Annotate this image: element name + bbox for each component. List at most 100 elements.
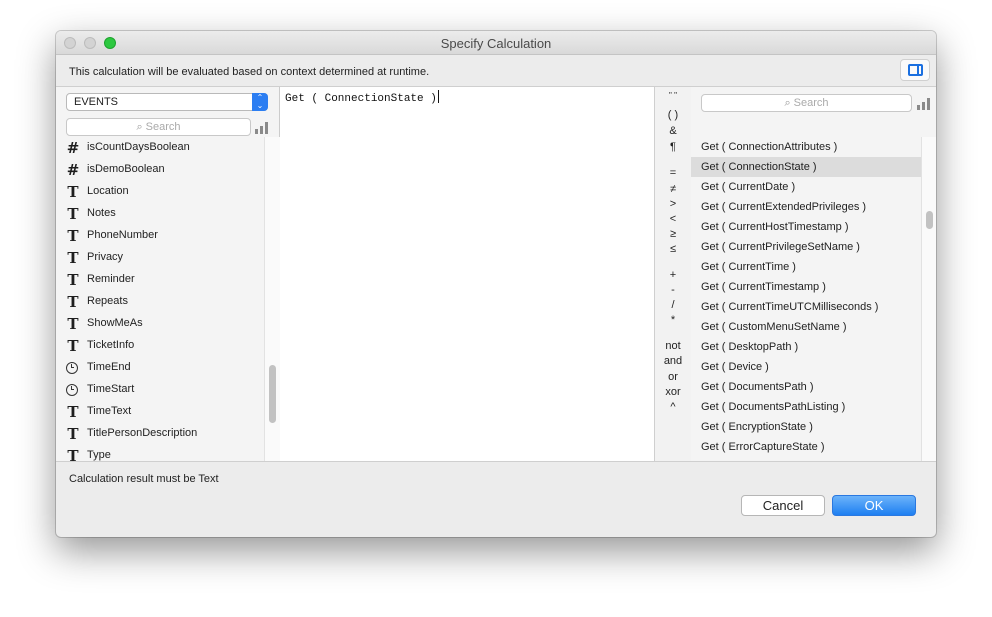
function-item[interactable]: Get ( ConnectionAttributes ) <box>691 137 921 157</box>
field-item[interactable]: T Reminder <box>56 269 264 291</box>
text-field-icon: T <box>67 447 79 461</box>
field-name: Notes <box>87 207 116 219</box>
text-field-icon: T <box>67 183 79 201</box>
function-item[interactable]: Get ( CurrentTime ) <box>691 257 921 277</box>
field-item[interactable]: TimeStart <box>56 379 264 401</box>
text-field-icon: T <box>67 403 79 421</box>
table-occurrence-select[interactable]: EVENTS ⌃ ⌄ <box>66 93 268 111</box>
operator-button[interactable]: ¶ <box>655 141 691 153</box>
field-name: TimeEnd <box>87 361 131 373</box>
function-list: Get ( ConnectionAttributes ) Get ( Connec… <box>691 137 921 461</box>
field-item[interactable]: TimeEnd <box>56 357 264 379</box>
operator-button[interactable]: xor <box>655 386 691 398</box>
field-item[interactable]: T Repeats <box>56 291 264 313</box>
field-search-placeholder: Search <box>145 121 181 133</box>
field-name: TitlePersonDescription <box>87 427 198 439</box>
function-name: Get ( DesktopPath ) <box>701 341 799 353</box>
formula-line[interactable]: Get ( ConnectionState ) <box>285 90 439 105</box>
field-list-scrollbar[interactable] <box>264 137 280 461</box>
function-item[interactable]: Get ( ConnectionState ) <box>691 157 921 177</box>
field-name: Reminder <box>87 273 135 285</box>
operator-button[interactable]: " " <box>655 91 691 100</box>
function-sort-icon[interactable] <box>917 98 931 110</box>
operator-button[interactable]: / <box>655 299 691 311</box>
function-item[interactable]: Get ( EncryptionState ) <box>691 417 921 437</box>
time-field-icon <box>66 362 78 374</box>
operator-button[interactable]: or <box>655 371 691 383</box>
function-item[interactable]: Get ( CurrentHostTimestamp ) <box>691 217 921 237</box>
specify-calculation-dialog: Specify Calculation This calculation wil… <box>56 31 936 537</box>
field-name: TicketInfo <box>87 339 135 351</box>
title-bar: Specify Calculation <box>56 31 936 55</box>
function-item[interactable]: Get ( CurrentTimestamp ) <box>691 277 921 297</box>
functions-panel: ⌕ Search Get ( ConnectionAttributes ) Get … <box>691 87 936 461</box>
function-name: Get ( DocumentsPath ) <box>701 381 814 393</box>
search-icon: ⌕ <box>784 97 791 109</box>
function-list-scrollbar[interactable] <box>921 137 936 461</box>
function-item[interactable]: Get ( CurrentPrivilegeSetName ) <box>691 237 921 257</box>
operator-button[interactable]: not <box>655 340 691 352</box>
field-item[interactable]: T Type <box>56 445 264 461</box>
field-item[interactable]: T TitlePersonDescription <box>56 423 264 445</box>
function-name: Get ( Device ) <box>701 361 769 373</box>
function-list-scroll-thumb[interactable] <box>926 211 933 229</box>
operator-button[interactable]: & <box>655 125 691 137</box>
text-field-icon: T <box>67 425 79 443</box>
function-search-placeholder: Search <box>793 97 829 109</box>
function-item[interactable]: Get ( FileMakerPath ) <box>691 457 921 461</box>
function-item[interactable]: Get ( DocumentsPathListing ) <box>691 397 921 417</box>
function-name: Get ( CurrentPrivilegeSetName ) <box>701 241 860 253</box>
field-name: PhoneNumber <box>87 229 158 241</box>
function-name: Get ( CurrentHostTimestamp ) <box>701 221 849 233</box>
toggle-functions-panel-button[interactable] <box>900 59 930 81</box>
cancel-button[interactable]: Cancel <box>741 495 825 516</box>
field-search-input[interactable]: ⌕ Search <box>66 118 251 136</box>
field-name: TimeText <box>87 405 132 417</box>
function-name: Get ( EncryptionState ) <box>701 421 813 433</box>
ok-button[interactable]: OK <box>832 495 916 516</box>
function-item[interactable]: Get ( CurrentExtendedPrivileges ) <box>691 197 921 217</box>
operator-button[interactable]: ^ <box>655 401 691 413</box>
text-field-icon: T <box>67 337 79 355</box>
field-item[interactable]: T Notes <box>56 203 264 225</box>
function-name: Get ( CurrentTime ) <box>701 261 796 273</box>
function-item[interactable]: Get ( ErrorCaptureState ) <box>691 437 921 457</box>
operator-button[interactable]: + <box>655 269 691 281</box>
function-item[interactable]: Get ( CustomMenuSetName ) <box>691 317 921 337</box>
field-item[interactable]: # isDemoBoolean <box>56 159 264 181</box>
field-item[interactable]: # isCountDaysBoolean <box>56 137 264 159</box>
function-name: Get ( CurrentDate ) <box>701 181 796 193</box>
function-name: Get ( CustomMenuSetName ) <box>701 321 847 333</box>
operator-button[interactable]: * <box>655 314 691 326</box>
operator-button[interactable]: and <box>655 355 691 367</box>
operator-button[interactable]: < <box>655 213 691 225</box>
formula-editor[interactable]: Get ( ConnectionState ) <box>280 87 653 461</box>
field-list-scroll-thumb[interactable] <box>269 365 276 423</box>
select-arrows-icon: ⌃ ⌄ <box>252 93 268 111</box>
function-item[interactable]: Get ( DesktopPath ) <box>691 337 921 357</box>
operator-button[interactable]: > <box>655 198 691 210</box>
operator-button[interactable]: = <box>655 167 691 179</box>
field-list: # isCountDaysBoolean # isDemoBoolean T Locati… <box>56 137 264 461</box>
operator-button[interactable]: ( ) <box>655 109 691 121</box>
function-search-input[interactable]: ⌕ Search <box>701 94 912 112</box>
field-item[interactable]: T PhoneNumber <box>56 225 264 247</box>
field-item[interactable]: T ShowMeAs <box>56 313 264 335</box>
field-item[interactable]: T TicketInfo <box>56 335 264 357</box>
function-name: Get ( ConnectionState ) <box>701 161 817 173</box>
field-item[interactable]: T Location <box>56 181 264 203</box>
field-sort-icon[interactable] <box>255 122 269 134</box>
operator-button[interactable]: - <box>655 284 691 296</box>
table-select-value: EVENTS <box>74 96 119 108</box>
operator-button[interactable]: ≤ <box>655 243 691 255</box>
function-item[interactable]: Get ( DocumentsPath ) <box>691 377 921 397</box>
function-item[interactable]: Get ( Device ) <box>691 357 921 377</box>
field-item[interactable]: T Privacy <box>56 247 264 269</box>
operator-button[interactable]: ≥ <box>655 228 691 240</box>
text-field-icon: T <box>67 205 79 223</box>
field-item[interactable]: T TimeText <box>56 401 264 423</box>
operator-button[interactable]: ≠ <box>655 183 691 195</box>
function-item[interactable]: Get ( CurrentDate ) <box>691 177 921 197</box>
result-type-label: Calculation result must be Text <box>69 473 219 485</box>
function-item[interactable]: Get ( CurrentTimeUTCMilliseconds ) <box>691 297 921 317</box>
